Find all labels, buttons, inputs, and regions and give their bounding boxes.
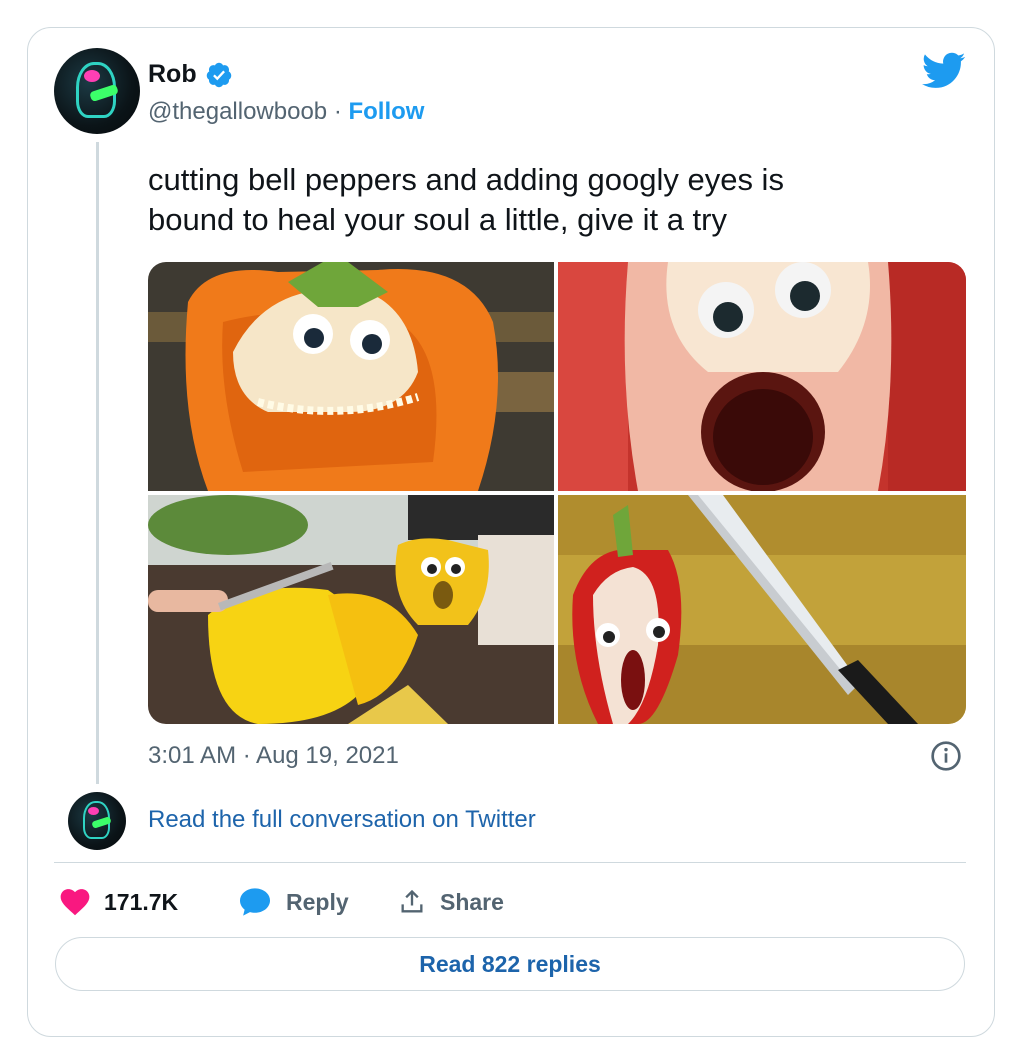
heart-icon (60, 889, 90, 916)
photo-grid (148, 262, 966, 724)
share-label: Share (440, 888, 504, 915)
read-replies-button[interactable]: Read 822 replies (55, 937, 965, 991)
reply-button[interactable]: Reply (238, 884, 349, 920)
conversation-avatar[interactable] (68, 792, 126, 850)
follow-link[interactable]: Follow (348, 98, 424, 125)
handle-separator: · (327, 98, 349, 125)
verified-badge-icon (206, 62, 232, 88)
like-button[interactable]: 171.7K (60, 884, 178, 920)
author-avatar[interactable] (54, 48, 140, 134)
read-full-conversation-link[interactable]: Read the full conversation on Twitter (148, 806, 536, 834)
author-handle-row: @thegallowboob · Follow (148, 98, 424, 126)
tweet-text-line-1: cutting bell peppers and adding googly e… (148, 162, 784, 197)
tweet-text-line-2: bound to heal your soul a little, give i… (148, 202, 727, 237)
tweet-timestamp[interactable]: 3:01 AM · Aug 19, 2021 (148, 742, 399, 770)
twitter-bird-icon[interactable] (922, 52, 966, 90)
divider (54, 862, 966, 863)
share-button[interactable]: Share (398, 884, 504, 920)
share-icon (401, 889, 423, 913)
info-icon[interactable] (930, 740, 962, 772)
reply-bubble-icon (240, 888, 270, 916)
thread-line (96, 142, 99, 784)
author-name[interactable]: Rob (148, 60, 197, 89)
photo-orange-pepper[interactable] (148, 262, 554, 491)
reply-label: Reply (286, 888, 349, 915)
like-count: 171.7K (104, 888, 179, 915)
photo-red-pepper-closeup[interactable] (558, 262, 966, 491)
photo-yellow-pepper[interactable] (148, 495, 554, 724)
photo-red-pepper-knife[interactable] (558, 495, 966, 724)
author-handle[interactable]: @thegallowboob (148, 98, 327, 125)
tweet-text: cutting bell peppers and adding googly e… (148, 160, 938, 240)
